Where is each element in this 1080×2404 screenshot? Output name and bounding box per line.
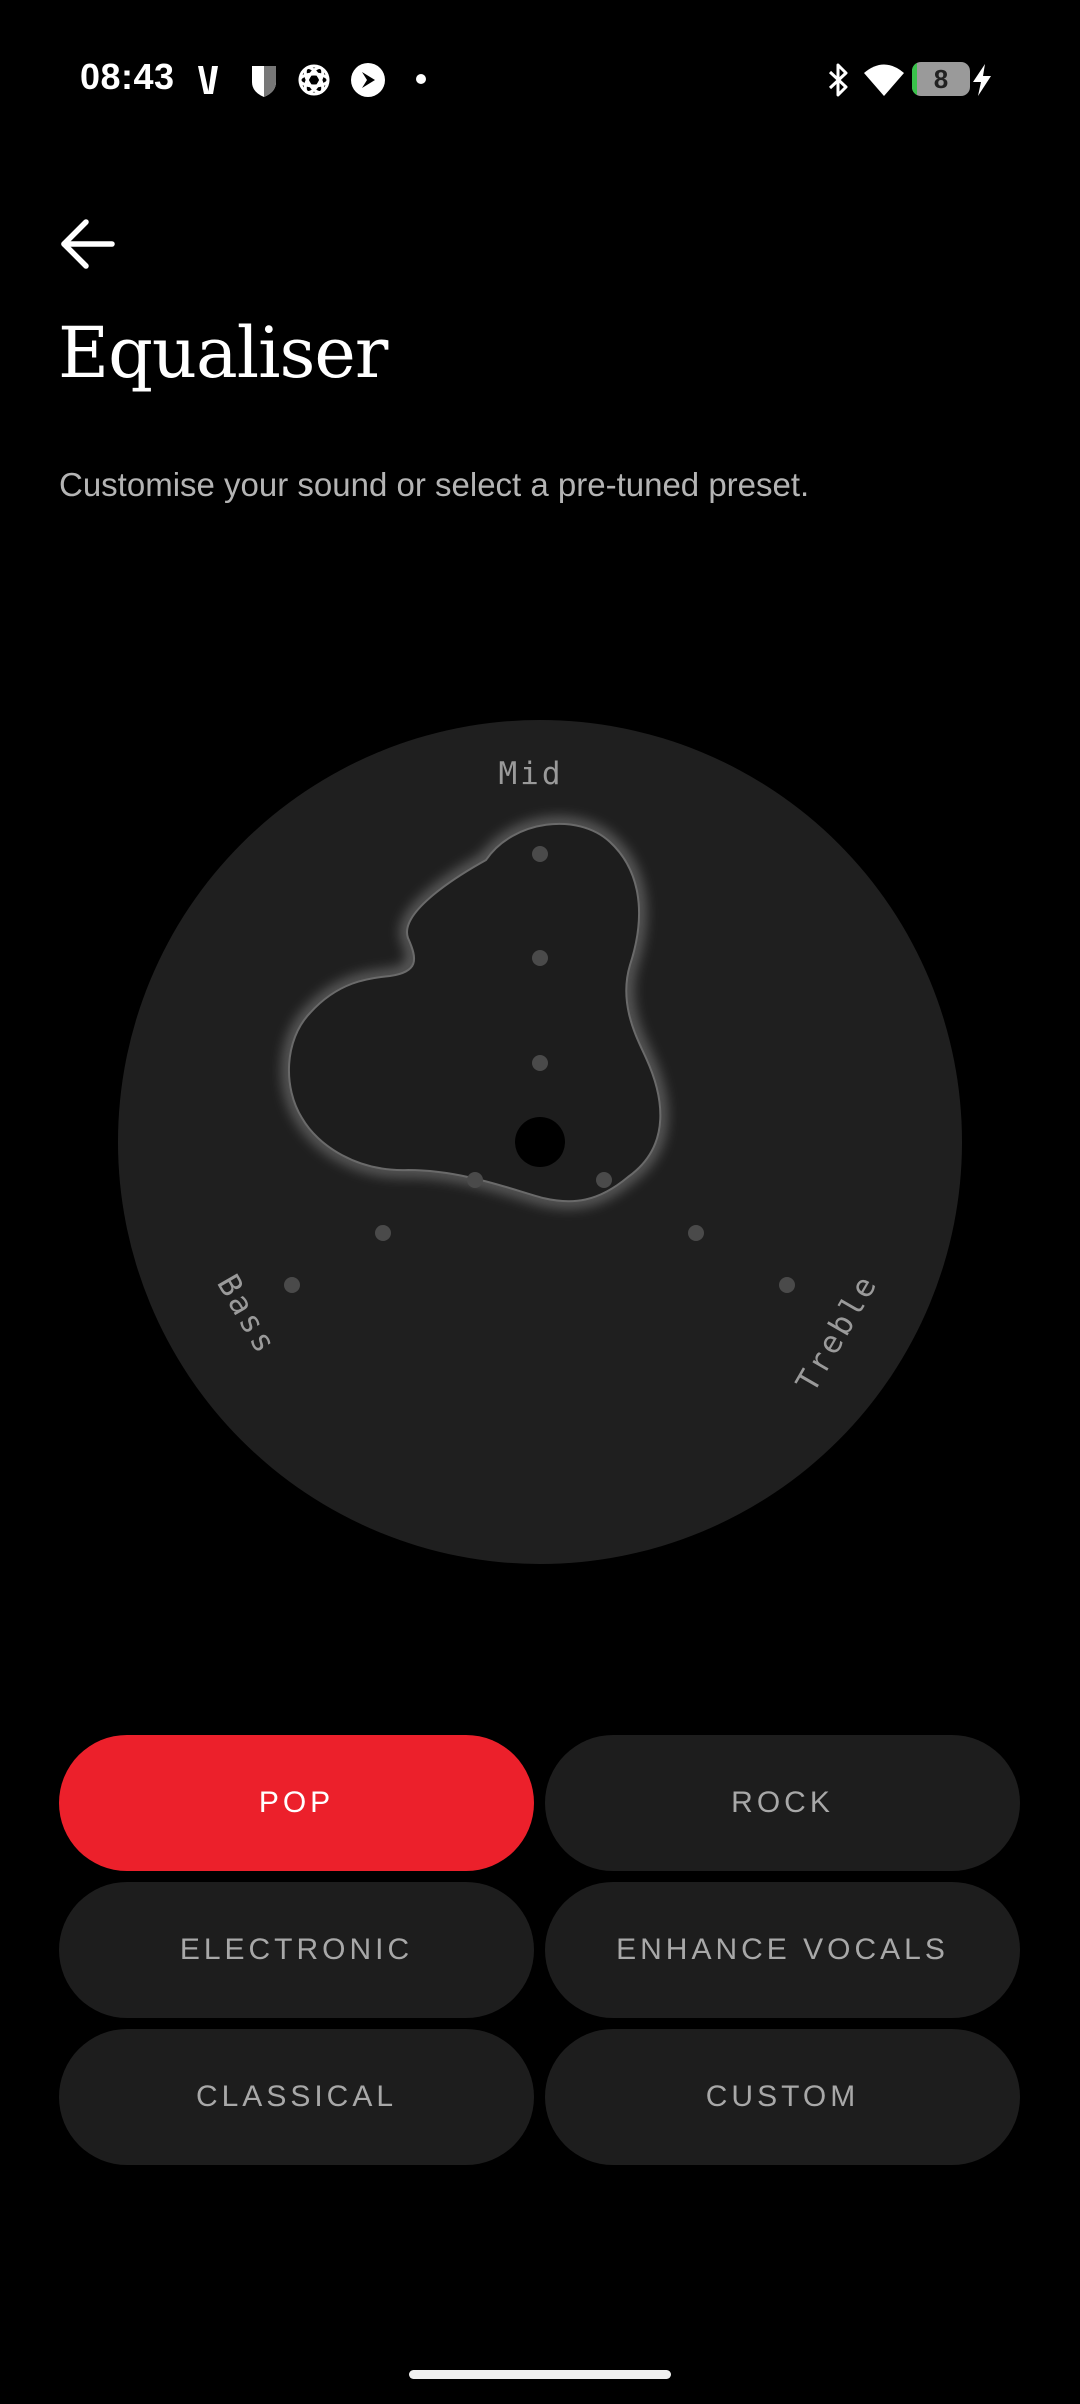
- bass-dot-inner[interactable]: [467, 1172, 483, 1188]
- page-subtitle: Customise your sound or select a pre-tun…: [59, 466, 810, 503]
- equaliser-disc[interactable]: Mid Bass Treble: [118, 720, 962, 1564]
- wifi-icon: [864, 64, 904, 96]
- mid-label: Mid: [499, 756, 564, 792]
- preset-electronic-button[interactable]: ELECTRONIC: [59, 1882, 534, 2018]
- back-button[interactable]: [56, 212, 120, 276]
- status-bar: 08:43 8: [0, 0, 1080, 160]
- treble-dot-2[interactable]: [688, 1225, 704, 1241]
- bluetooth-icon: [828, 63, 848, 97]
- page-title: Equaliser: [58, 312, 388, 394]
- charging-icon: [973, 64, 991, 96]
- center-handle[interactable]: [515, 1117, 565, 1167]
- mid-dot-3[interactable]: [532, 1055, 548, 1071]
- preset-custom-button[interactable]: CUSTOM: [545, 2029, 1020, 2165]
- v-logo-icon: [198, 66, 218, 94]
- bass-dot-outer[interactable]: [284, 1277, 300, 1293]
- preset-grid: POP ROCK ELECTRONIC ENHANCE VOCALS CLASS…: [59, 1735, 1021, 2165]
- battery-icon: 8: [912, 62, 970, 96]
- preset-pop-button[interactable]: POP: [59, 1735, 534, 1871]
- status-time: 08:43: [80, 56, 175, 97]
- notification-dot-icon: [416, 74, 426, 84]
- treble-dot-outer[interactable]: [779, 1277, 795, 1293]
- preset-classical-button[interactable]: CLASSICAL: [59, 2029, 534, 2165]
- mid-dot-outer[interactable]: [532, 846, 548, 862]
- openai-icon: [298, 64, 330, 96]
- bass-dot-2[interactable]: [375, 1225, 391, 1241]
- shield-icon: [252, 66, 276, 97]
- mid-dot-2[interactable]: [532, 950, 548, 966]
- home-indicator[interactable]: [409, 2370, 671, 2379]
- preset-rock-button[interactable]: ROCK: [545, 1735, 1020, 1871]
- back-arrow-icon: [61, 219, 115, 269]
- preset-enhance-vocals-button[interactable]: ENHANCE VOCALS: [545, 1882, 1020, 2018]
- arrow-circle-icon: [351, 63, 385, 97]
- treble-dot-inner[interactable]: [596, 1172, 612, 1188]
- battery-level: 8: [933, 64, 949, 94]
